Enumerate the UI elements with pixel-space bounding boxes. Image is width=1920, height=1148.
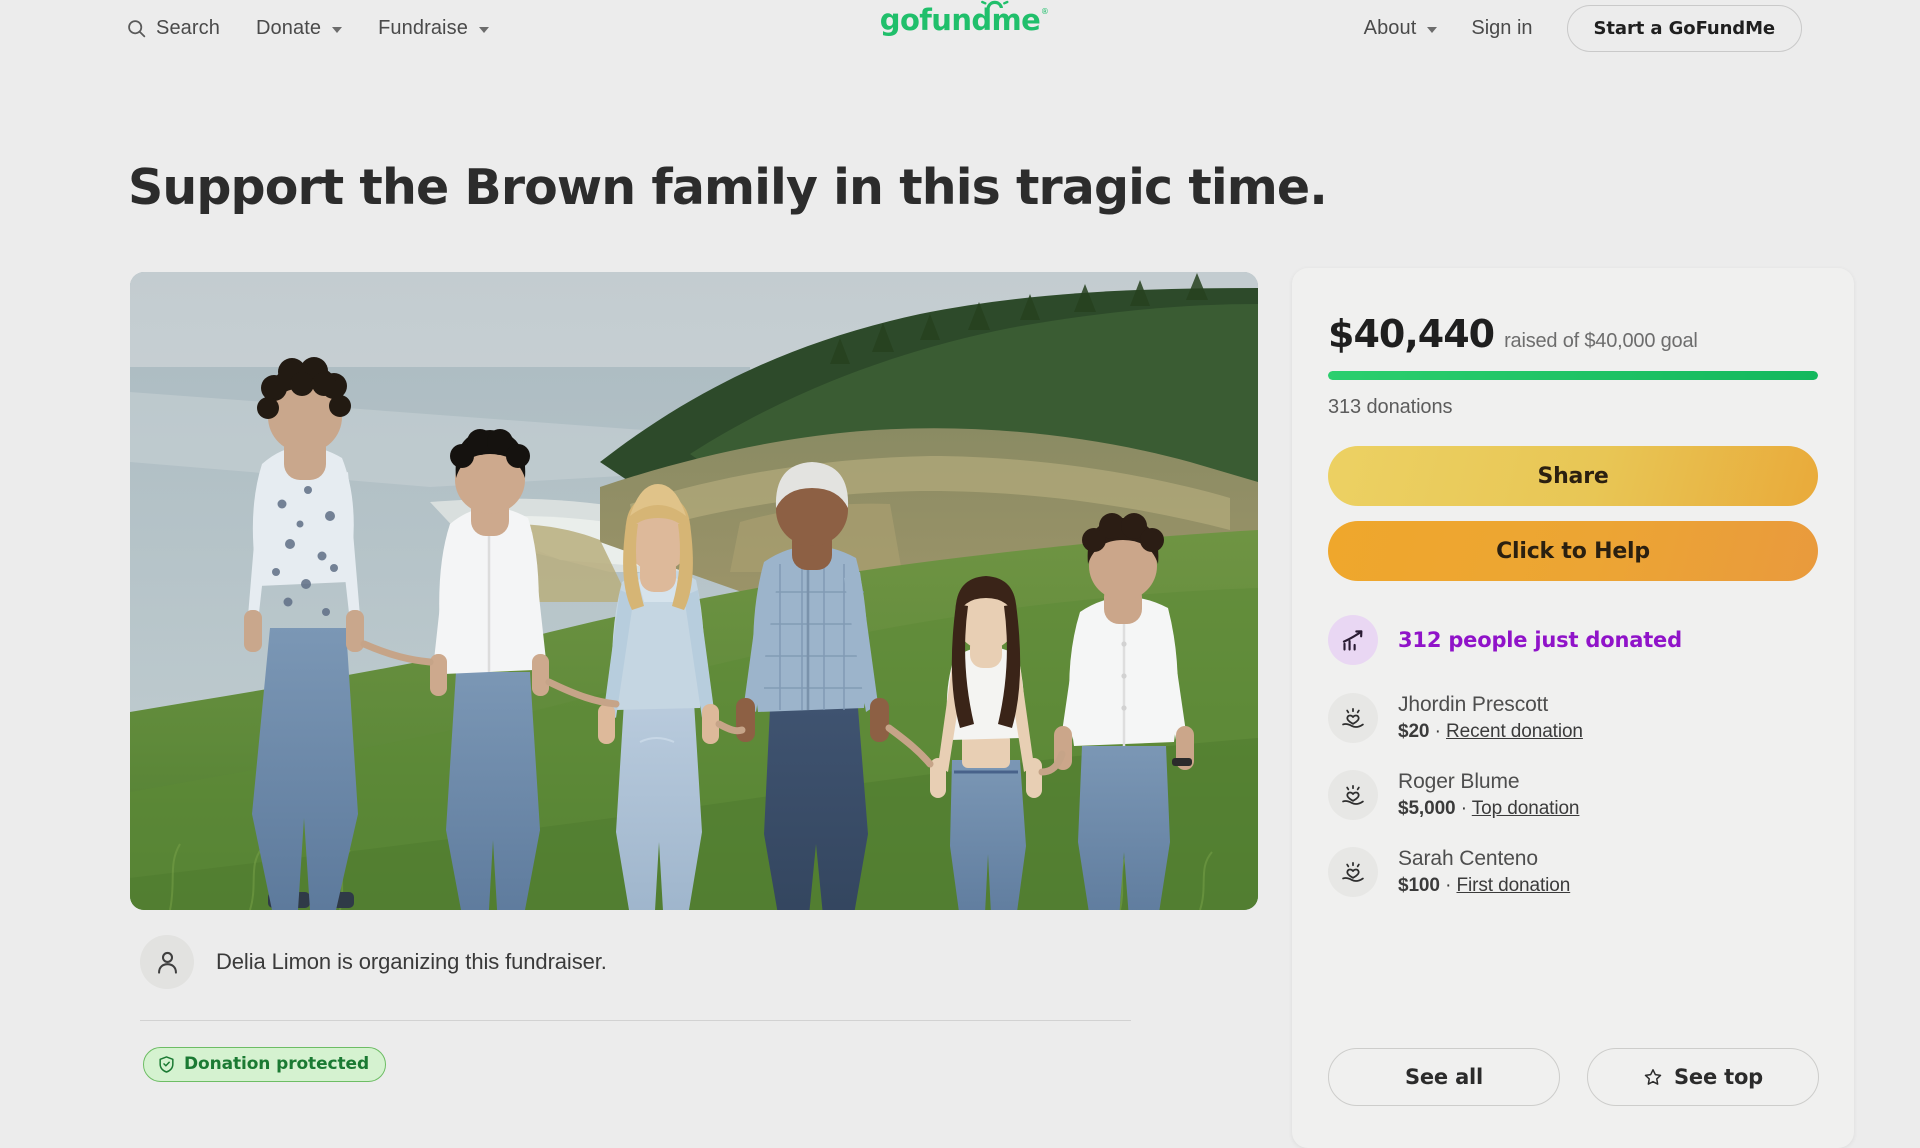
primary-nav: Search Donate Fundraise: [126, 17, 489, 40]
raised-amount: $40,440: [1328, 312, 1495, 356]
chevron-down-icon: [478, 27, 489, 33]
donation-protected-badge[interactable]: Donation protected: [143, 1047, 387, 1082]
hero-illustration: [130, 272, 1258, 910]
nav-item-fundraise[interactable]: Fundraise: [378, 17, 489, 40]
progress-bar-fill: [1328, 371, 1818, 380]
share-button[interactable]: Share: [1328, 446, 1818, 506]
donor-meta: $100 · First donation: [1398, 873, 1570, 900]
gofundme-logo-text: gofundme ®: [879, 0, 1049, 37]
logo-wordmark: gofundme: [879, 3, 1041, 37]
progress-bar: [1328, 371, 1818, 380]
donor-tag[interactable]: Top donation: [1472, 798, 1580, 819]
sign-in-link[interactable]: Sign in: [1471, 17, 1532, 40]
donor-amount: $100: [1398, 875, 1440, 897]
see-all-label: See all: [1404, 1065, 1484, 1089]
donor-info: Jhordin Prescott $20 · Recent donation: [1398, 691, 1583, 746]
site-header: Search Donate Fundraise gofundme ® About…: [0, 0, 1920, 57]
click-to-help-button[interactable]: Click to Help: [1328, 521, 1818, 581]
donor-meta: $20 · Recent donation: [1398, 719, 1583, 746]
hand-heart-icon: [1328, 770, 1378, 821]
list-item[interactable]: Sarah Centeno $100 · First donation: [1328, 845, 1818, 900]
nav-item-fundraise-label: Fundraise: [378, 17, 468, 39]
donor-name: Sarah Centeno: [1398, 846, 1538, 870]
donor-name: Jhordin Prescott: [1398, 693, 1549, 716]
just-donated-text: 312 people just donated: [1398, 628, 1682, 652]
nav-item-donate-label: Donate: [255, 17, 322, 39]
donor-info: Sarah Centeno $100 · First donation: [1398, 845, 1570, 900]
fundraiser-hero-image[interactable]: [130, 272, 1258, 910]
page-title: Support the Brown family in this tragic …: [128, 159, 1328, 216]
donor-amount: $5,000: [1398, 798, 1456, 820]
donor-tag[interactable]: First donation: [1456, 875, 1570, 896]
chevron-down-icon: [1427, 27, 1438, 33]
donation-sidebar-card: $40,440 raised of $40,000 goal 313 donat…: [1292, 268, 1854, 1148]
sunburst-icon: [981, 0, 1009, 8]
see-top-button[interactable]: See top: [1587, 1048, 1819, 1106]
nav-item-about[interactable]: About: [1364, 17, 1438, 40]
donor-name: Roger Blume: [1398, 769, 1520, 793]
nav-item-search-label: Search: [156, 17, 220, 39]
organizer-text: Delia Limon is organizing this fundraise…: [216, 949, 607, 974]
donor-list-actions: See all See top: [1328, 1048, 1819, 1106]
star-icon: [1644, 1069, 1662, 1085]
nav-item-search[interactable]: Search: [126, 17, 220, 40]
list-item[interactable]: Jhordin Prescott $20 · Recent donation: [1328, 691, 1818, 746]
person-icon: [157, 951, 177, 974]
secondary-nav: About Sign in Start a GoFundMe: [1364, 5, 1802, 52]
shield-icon: [159, 1055, 174, 1073]
hand-heart-icon: [1328, 693, 1378, 744]
chevron-down-icon: [332, 27, 343, 33]
trending-up-icon: [1328, 615, 1378, 665]
trademark-symbol: ®: [1040, 7, 1049, 16]
donor-separator: ·: [1434, 721, 1441, 743]
donor-meta: $5,000 · Top donation: [1398, 796, 1580, 823]
hand-heart-icon: [1328, 847, 1378, 898]
section-divider: [140, 1020, 1131, 1021]
list-item[interactable]: Roger Blume $5,000 · Top donation: [1328, 768, 1818, 823]
avatar: [140, 935, 194, 989]
donor-separator: ·: [1460, 798, 1467, 820]
nav-item-about-label: About: [1363, 17, 1417, 39]
gofundme-logo[interactable]: gofundme ®: [879, 0, 1049, 37]
donor-tag[interactable]: Recent donation: [1446, 721, 1583, 742]
donor-info: Roger Blume $5,000 · Top donation: [1398, 768, 1580, 823]
start-a-gofundme-button[interactable]: Start a GoFundMe: [1566, 5, 1802, 52]
organizer-row[interactable]: Delia Limon is organizing this fundraise…: [140, 935, 607, 989]
raised-summary: $40,440 raised of $40,000 goal: [1328, 312, 1818, 356]
see-top-label: See top: [1673, 1065, 1764, 1089]
donor-list: Jhordin Prescott $20 · Recent donation R…: [1328, 691, 1818, 900]
nav-item-donate[interactable]: Donate: [255, 17, 343, 40]
raised-goal-text: raised of $40,000 goal: [1504, 330, 1698, 352]
donation-protected-label: Donation protected: [184, 1054, 370, 1074]
donor-amount: $20: [1398, 721, 1430, 743]
recent-activity-banner: 312 people just donated: [1328, 615, 1818, 665]
search-icon: [126, 18, 147, 39]
see-all-button[interactable]: See all: [1328, 1048, 1560, 1106]
donations-count: 313 donations: [1328, 396, 1453, 418]
donor-separator: ·: [1445, 875, 1452, 897]
